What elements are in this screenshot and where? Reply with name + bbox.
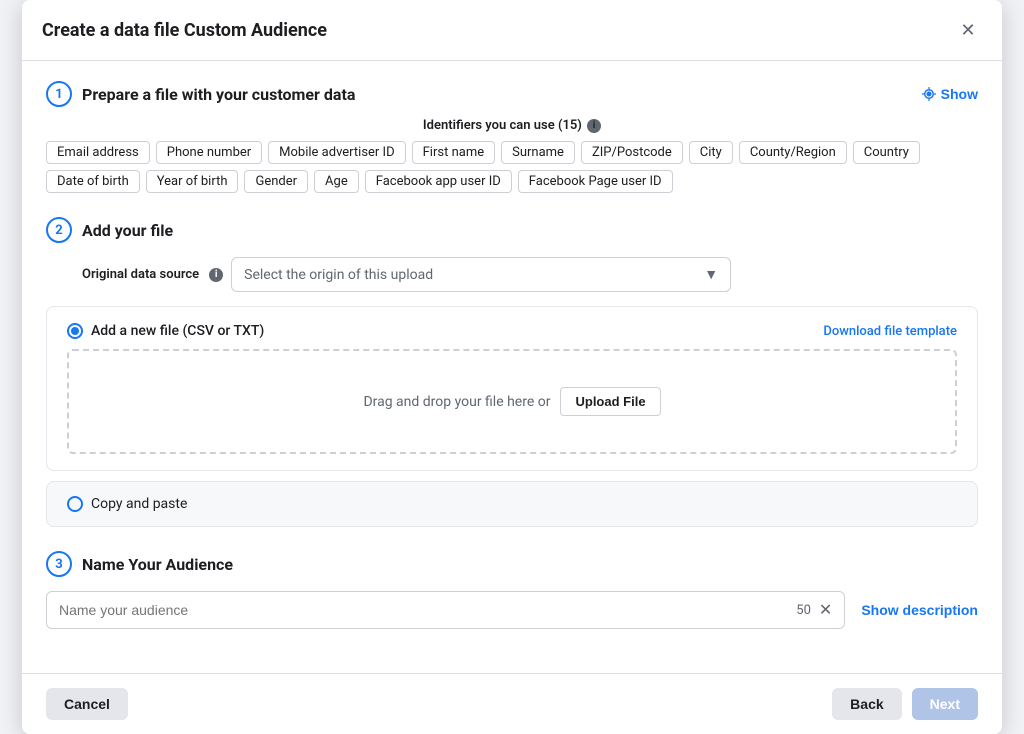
section-name-audience: 3 Name Your Audience 50 ✕ Show descripti…	[46, 551, 978, 629]
close-icon[interactable]: ✕	[954, 16, 982, 44]
next-button[interactable]: Next	[912, 688, 978, 720]
identifier-tag: Surname	[501, 141, 575, 164]
identifier-tag: Date of birth	[46, 170, 140, 193]
step3-circle: 3	[46, 551, 72, 577]
identifier-tag: Phone number	[156, 141, 262, 164]
identifier-tag: Year of birth	[146, 170, 239, 193]
identifier-tag: County/Region	[739, 141, 847, 164]
add-new-file-radio-label: Add a new file (CSV or TXT)	[67, 323, 264, 339]
copy-paste-label: Copy and paste	[91, 496, 187, 512]
section1-header: 1 Prepare a file with your customer data…	[46, 81, 978, 107]
copy-paste-card: Copy and paste	[46, 481, 978, 527]
identifiers-info-icon[interactable]: i	[587, 119, 601, 133]
identifier-tag: Age	[314, 170, 359, 193]
identifier-tag: ZIP/Postcode	[581, 141, 683, 164]
download-template-link[interactable]: Download file template	[823, 324, 957, 339]
section-add-file: 2 Add your file Original data source i S…	[46, 217, 978, 527]
clear-name-button[interactable]: ✕	[819, 600, 832, 620]
identifier-tag: Gender	[244, 170, 308, 193]
data-source-label: Original data source	[82, 267, 199, 282]
identifier-tag: Country	[853, 141, 920, 164]
footer-right: Back Next	[832, 688, 978, 720]
identifier-tag: Email address	[46, 141, 150, 164]
upload-file-button[interactable]: Upload File	[560, 387, 660, 416]
identifier-tag: Facebook Page user ID	[518, 170, 673, 193]
section1-title-row: 1 Prepare a file with your customer data	[46, 81, 355, 107]
section2-title-row: 2 Add your file	[46, 217, 978, 243]
data-source-row: Original data source i Select the origin…	[46, 257, 978, 292]
identifier-tag: City	[689, 141, 733, 164]
char-count: 50	[787, 603, 811, 618]
show-description-button[interactable]: Show description	[861, 602, 978, 618]
back-button[interactable]: Back	[832, 688, 901, 720]
identifier-tag: Facebook app user ID	[365, 170, 512, 193]
identifiers-label: Identifiers you can use (15) i	[423, 118, 601, 133]
drop-zone-text: Drag and drop your file here or	[363, 394, 550, 410]
modal-title: Create a data file Custom Audience	[42, 20, 327, 41]
identifier-tag: Mobile advertiser ID	[268, 141, 405, 164]
section-prepare-file: 1 Prepare a file with your customer data…	[46, 81, 978, 193]
modal-body: 1 Prepare a file with your customer data…	[22, 61, 1002, 673]
add-new-file-label: Add a new file (CSV or TXT)	[91, 323, 264, 339]
identifier-tag: First name	[412, 141, 495, 164]
identifiers-count: (15)	[558, 118, 582, 133]
chevron-down-icon: ▼	[704, 266, 718, 283]
origin-select-placeholder: Select the origin of this upload	[244, 267, 433, 283]
add-new-file-radio[interactable]	[67, 323, 83, 339]
section3-title-row: 3 Name Your Audience	[46, 551, 978, 577]
name-row: 50 ✕ Show description	[46, 591, 978, 629]
data-source-info-icon[interactable]: i	[209, 268, 223, 282]
show-icon	[921, 86, 937, 102]
cancel-button[interactable]: Cancel	[46, 688, 128, 720]
modal-header: Create a data file Custom Audience ✕	[22, 0, 1002, 61]
section1-title: Prepare a file with your customer data	[82, 85, 355, 104]
identifiers-tags: Email address Phone number Mobile advertis…	[46, 141, 978, 193]
audience-name-field: 50 ✕	[46, 591, 845, 629]
step2-circle: 2	[46, 217, 72, 243]
section2-title: Add your file	[82, 221, 173, 240]
file-option-header: Add a new file (CSV or TXT) Download fil…	[67, 323, 957, 339]
origin-select[interactable]: Select the origin of this upload ▼	[231, 257, 731, 292]
drop-zone[interactable]: Drag and drop your file here or Upload F…	[67, 349, 957, 454]
copy-paste-radio[interactable]	[67, 496, 83, 512]
identifiers-info: Identifiers you can use (15) i	[46, 117, 978, 133]
section3-title: Name Your Audience	[82, 555, 233, 574]
show-button-label: Show	[941, 86, 978, 102]
show-button[interactable]: Show	[921, 86, 978, 102]
add-new-file-card: Add a new file (CSV or TXT) Download fil…	[46, 306, 978, 471]
modal-footer: Cancel Back Next	[22, 673, 1002, 734]
step1-circle: 1	[46, 81, 72, 107]
audience-name-input[interactable]	[59, 602, 779, 618]
create-audience-modal: Create a data file Custom Audience ✕ 1 P…	[22, 0, 1002, 734]
